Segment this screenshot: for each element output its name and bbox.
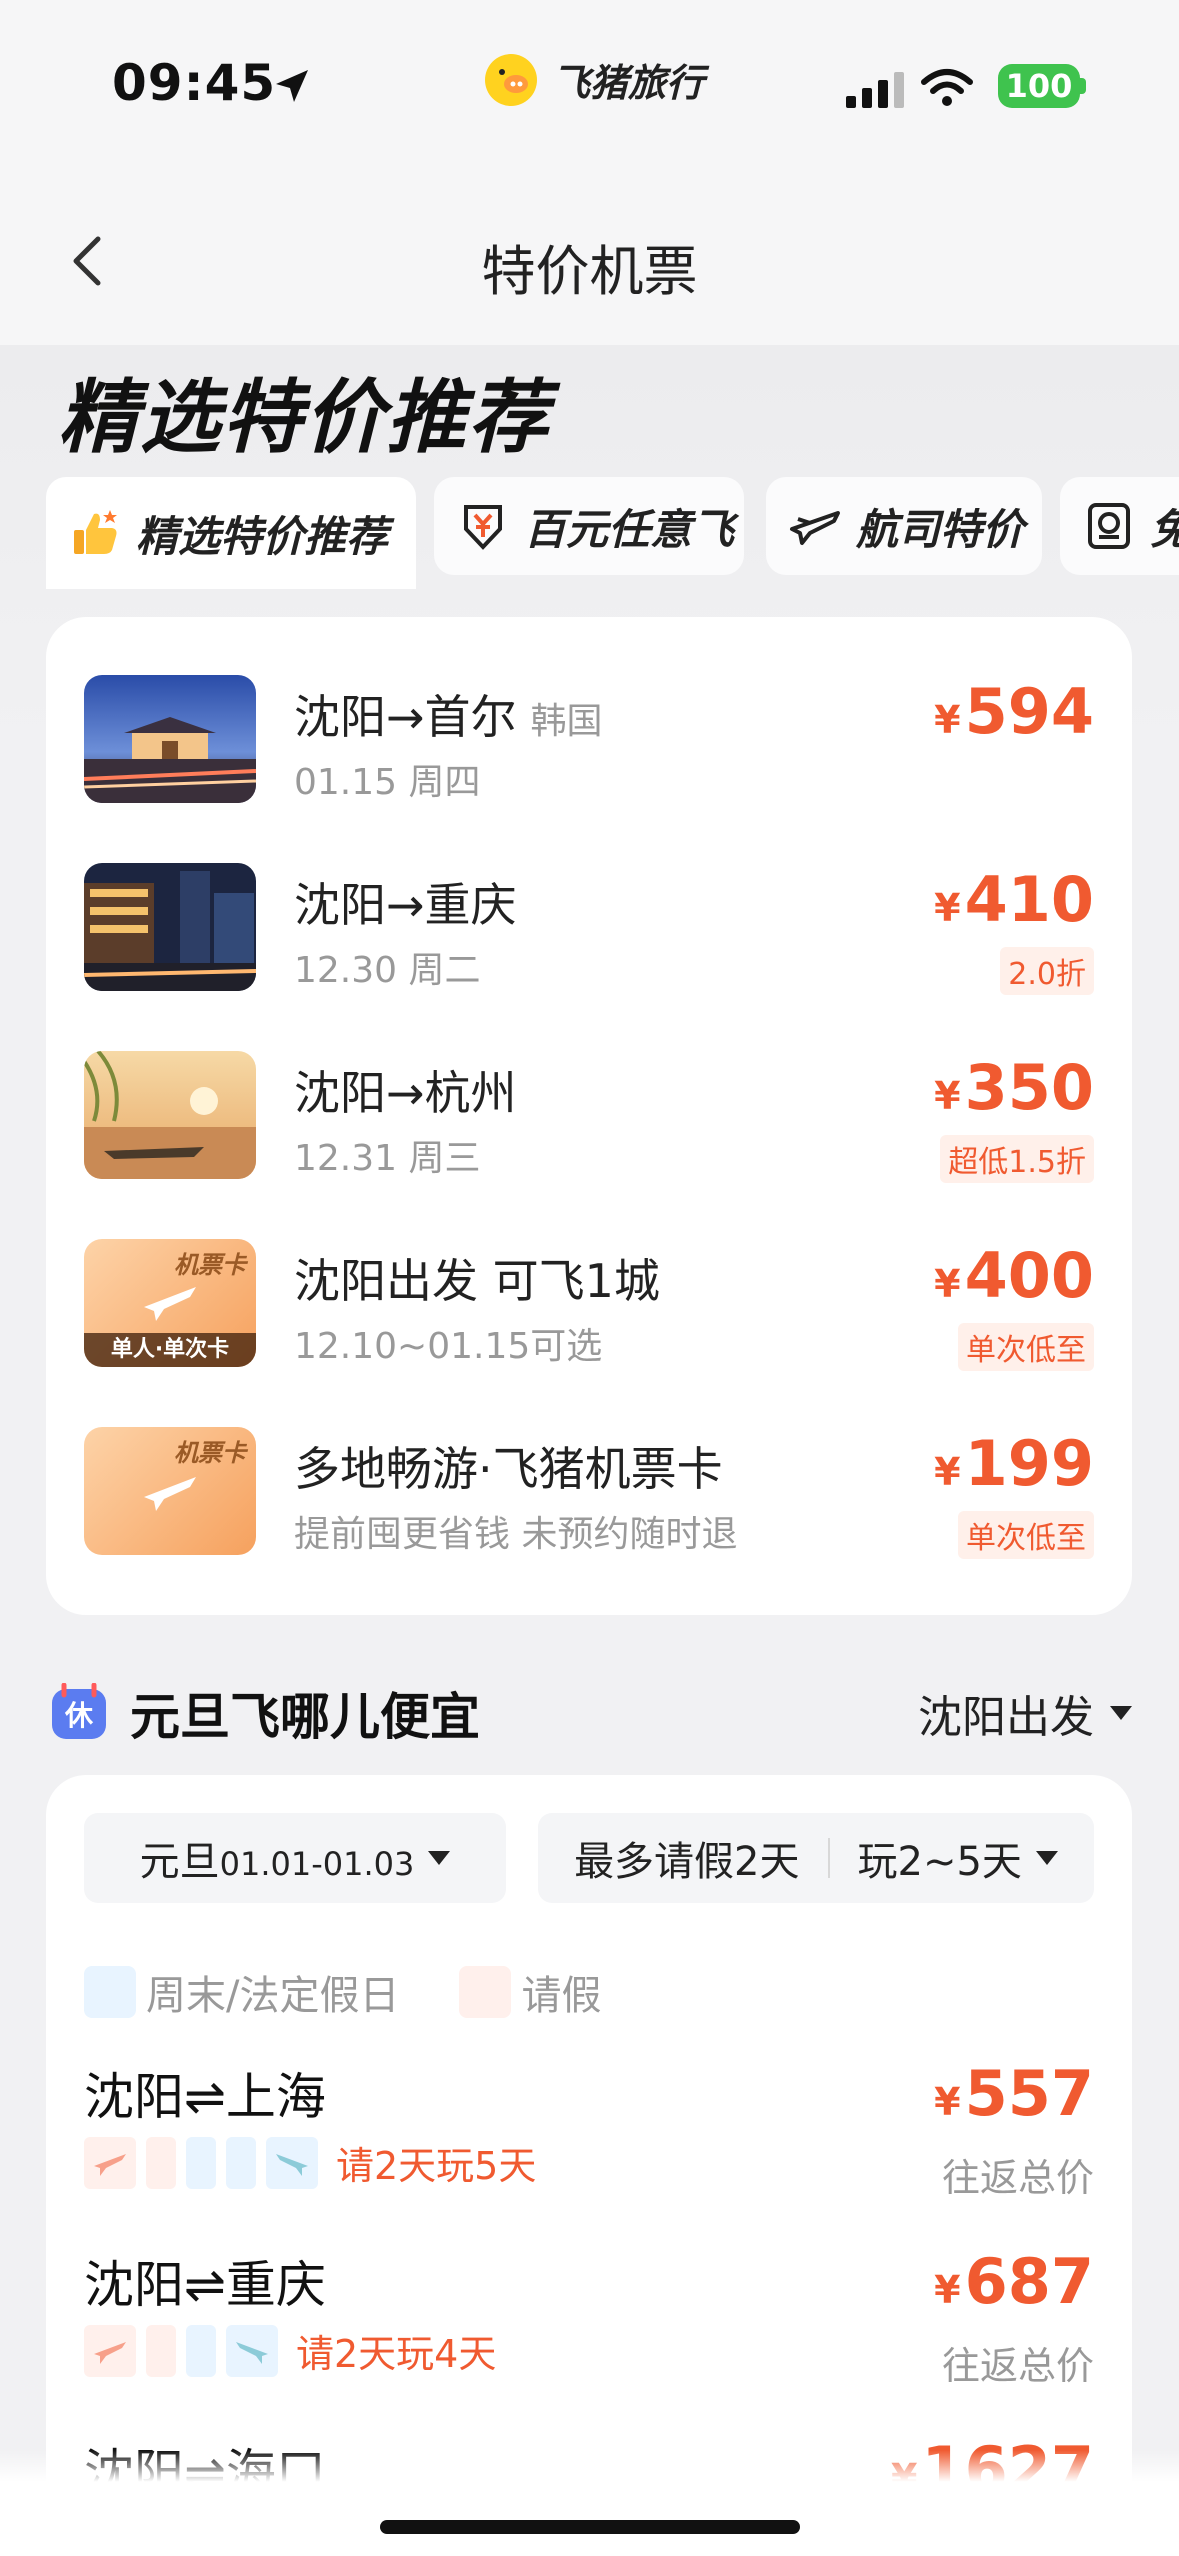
tab-label: 免 (1150, 496, 1179, 557)
deal-price: ¥400 (934, 1239, 1094, 1312)
home-indicator[interactable] (380, 2520, 800, 2534)
deal-item[interactable]: 机票卡 多地畅游·飞猪机票卡 提前囤更省钱 未预约随时退 ¥199 单次低至 (84, 1427, 1094, 1559)
route-title: 沈阳⇌上海 (84, 2068, 326, 2126)
route-title: 沈阳⇌重庆 (84, 2256, 326, 2314)
passport-icon (1088, 503, 1130, 549)
fliggy-pig-logo-icon (485, 54, 537, 106)
caret-down-icon (1035, 1851, 1058, 1865)
cellular-signal-icon (846, 72, 904, 108)
leave-swatch (459, 1966, 512, 2018)
legend-leave-label: 请假 (521, 1973, 602, 2019)
return-day-icon (266, 2136, 318, 2189)
route-price-note: 往返总价 (941, 2156, 1094, 2200)
deal-date: 12.30 周二 (294, 950, 481, 991)
deal-route: 沈阳出发 可飞1城 (294, 1254, 660, 1308)
tab-label: 精选特价推荐 (136, 511, 389, 561)
discount-badge: 2.0折 (1000, 947, 1094, 995)
page-title: 特价机票 (481, 240, 698, 303)
deal-item[interactable]: 机票卡 单人·单次卡 沈阳出发 可飞1城 12.10~01.15可选 ¥400 … (84, 1239, 1094, 1371)
brand: 飞猪旅行 (480, 50, 704, 108)
tab-label: 航司特价 (856, 504, 1025, 554)
tab-visa-free[interactable]: 免 (1060, 477, 1179, 575)
svg-text:休: 休 (64, 1699, 94, 1732)
battery-tip (1080, 78, 1086, 94)
weekend-day (186, 2136, 216, 2189)
plane-icon (790, 511, 840, 545)
route-hint: 请2天玩4天 (296, 2332, 497, 2376)
yuan-ticket-icon (464, 505, 502, 550)
deal-date: 01.15 周四 (294, 762, 481, 803)
brand-name: 飞猪旅行 (552, 60, 705, 105)
caret-down-icon (1110, 1706, 1132, 1720)
holiday-card: 元旦01.01-01.03 最多请假2天 玩2~5天 周末/法定假日 请假 沈阳… (46, 1775, 1132, 2556)
divider (827, 1838, 830, 1878)
leave-day (146, 2324, 176, 2377)
tab-featured-deals[interactable]: 精选特价推荐 (46, 477, 416, 589)
tab-airline-deals[interactable]: 航司特价 (766, 477, 1042, 575)
weekend-day (226, 2136, 256, 2189)
discount-badge: 超低1.5折 (940, 1135, 1094, 1183)
nav-bar: 特价机票 (0, 175, 1179, 345)
departure-city-selector[interactable]: 沈阳出发 (918, 1681, 1132, 1745)
deal-route: 沈阳→杭州 (294, 1066, 517, 1120)
deal-item[interactable]: 沈阳→杭州 12.31 周三 ¥350 超低1.5折 (84, 1051, 1094, 1183)
ticket-card-image: 机票卡 (84, 1427, 256, 1555)
deal-item[interactable]: 沈阳→重庆 12.30 周二 ¥410 2.0折 (84, 863, 1094, 995)
deal-date: 12.31 周三 (294, 1138, 481, 1179)
leave-duration-filter[interactable]: 最多请假2天 玩2~5天 (538, 1813, 1094, 1903)
holiday-section-title: 元旦飞哪儿便宜 (130, 1688, 480, 1746)
section-heading: 精选特价推荐 (58, 371, 550, 464)
home-indicator-area (0, 2450, 1179, 2556)
chongqing-night-photo (84, 863, 256, 991)
caret-down-icon (428, 1851, 451, 1865)
deal-date: 提前囤更省钱 未预约随时退 (294, 1514, 738, 1555)
ticket-card-image: 机票卡 单人·单次卡 (84, 1239, 256, 1367)
return-day-icon (226, 2324, 278, 2377)
deal-route: 沈阳→重庆 (294, 878, 517, 932)
calendar-legend: 周末/法定假日 请假 (84, 1963, 601, 2021)
status-time: 09:45 (112, 54, 277, 112)
main-content: 精选特价推荐 精选特价推荐 百元任意飞 航司特价 沈阳→首尔 韩国 01.15 … (0, 345, 1179, 2556)
route-price: ¥687 (934, 2245, 1094, 2318)
battery-indicator: 100 (998, 64, 1080, 108)
tab-hundred-yuan-fly[interactable]: 百元任意飞 (434, 477, 744, 575)
deal-item[interactable]: 沈阳→首尔 韩国 01.15 周四 ¥594 (84, 675, 1094, 805)
category-tabs: 精选特价推荐 百元任意飞 航司特价 免 (46, 477, 1179, 595)
departure-day-icon (84, 2136, 136, 2189)
rest-day-badge-icon: 休 (52, 1683, 106, 1739)
price-note-badge: 单次低至 (958, 1511, 1094, 1559)
route-price-note: 往返总价 (941, 2344, 1094, 2388)
deal-price: ¥410 (934, 863, 1094, 936)
weekend-day (186, 2324, 216, 2377)
location-arrow-icon (276, 70, 308, 102)
departure-day-icon (84, 2324, 136, 2377)
holiday-route-item[interactable]: 沈阳⇌重庆 请2天玩4天 ¥687 往返总价 (84, 2245, 1094, 2415)
status-bar: 09:45 飞猪旅行 100 (0, 0, 1179, 175)
deal-date: 12.10~01.15可选 (294, 1326, 603, 1367)
deal-price: ¥594 (934, 675, 1094, 748)
deal-price: ¥350 (934, 1051, 1094, 1124)
weekend-swatch (84, 1966, 136, 2018)
route-calendar: 请2天玩4天 (84, 2323, 496, 2378)
tab-label: 百元任意飞 (524, 504, 735, 554)
deal-route: 多地畅游·飞猪机票卡 (294, 1442, 723, 1496)
deal-price: ¥199 (934, 1427, 1094, 1500)
leave-day (146, 2136, 176, 2189)
legend-weekend-label: 周末/法定假日 (146, 1973, 400, 2019)
holiday-section-header: 休 元旦飞哪儿便宜 沈阳出发 (46, 1675, 1132, 1746)
hangzhou-lake-photo (84, 1051, 256, 1179)
price-note-badge: 单次低至 (958, 1323, 1094, 1371)
duration-filter-label: 玩2~5天 (857, 1839, 1022, 1885)
route-hint: 请2天玩5天 (336, 2144, 537, 2188)
holiday-date-filter[interactable]: 元旦01.01-01.03 (84, 1813, 506, 1903)
deals-card: 沈阳→首尔 韩国 01.15 周四 ¥594 沈阳→重庆 12.30 周二 ¥4… (46, 617, 1132, 1615)
thumbs-up-icon (74, 510, 117, 554)
wifi-icon (921, 69, 973, 106)
deal-route: 沈阳→首尔 韩国 (294, 690, 603, 744)
route-price: ¥557 (934, 2057, 1094, 2130)
seoul-palace-night-photo (84, 675, 256, 803)
holiday-route-item[interactable]: 沈阳⇌上海 请2天玩5天 ¥557 往返总价 (84, 2057, 1094, 2227)
leave-filter-label: 最多请假2天 (574, 1839, 800, 1885)
route-calendar: 请2天玩5天 (84, 2135, 536, 2190)
